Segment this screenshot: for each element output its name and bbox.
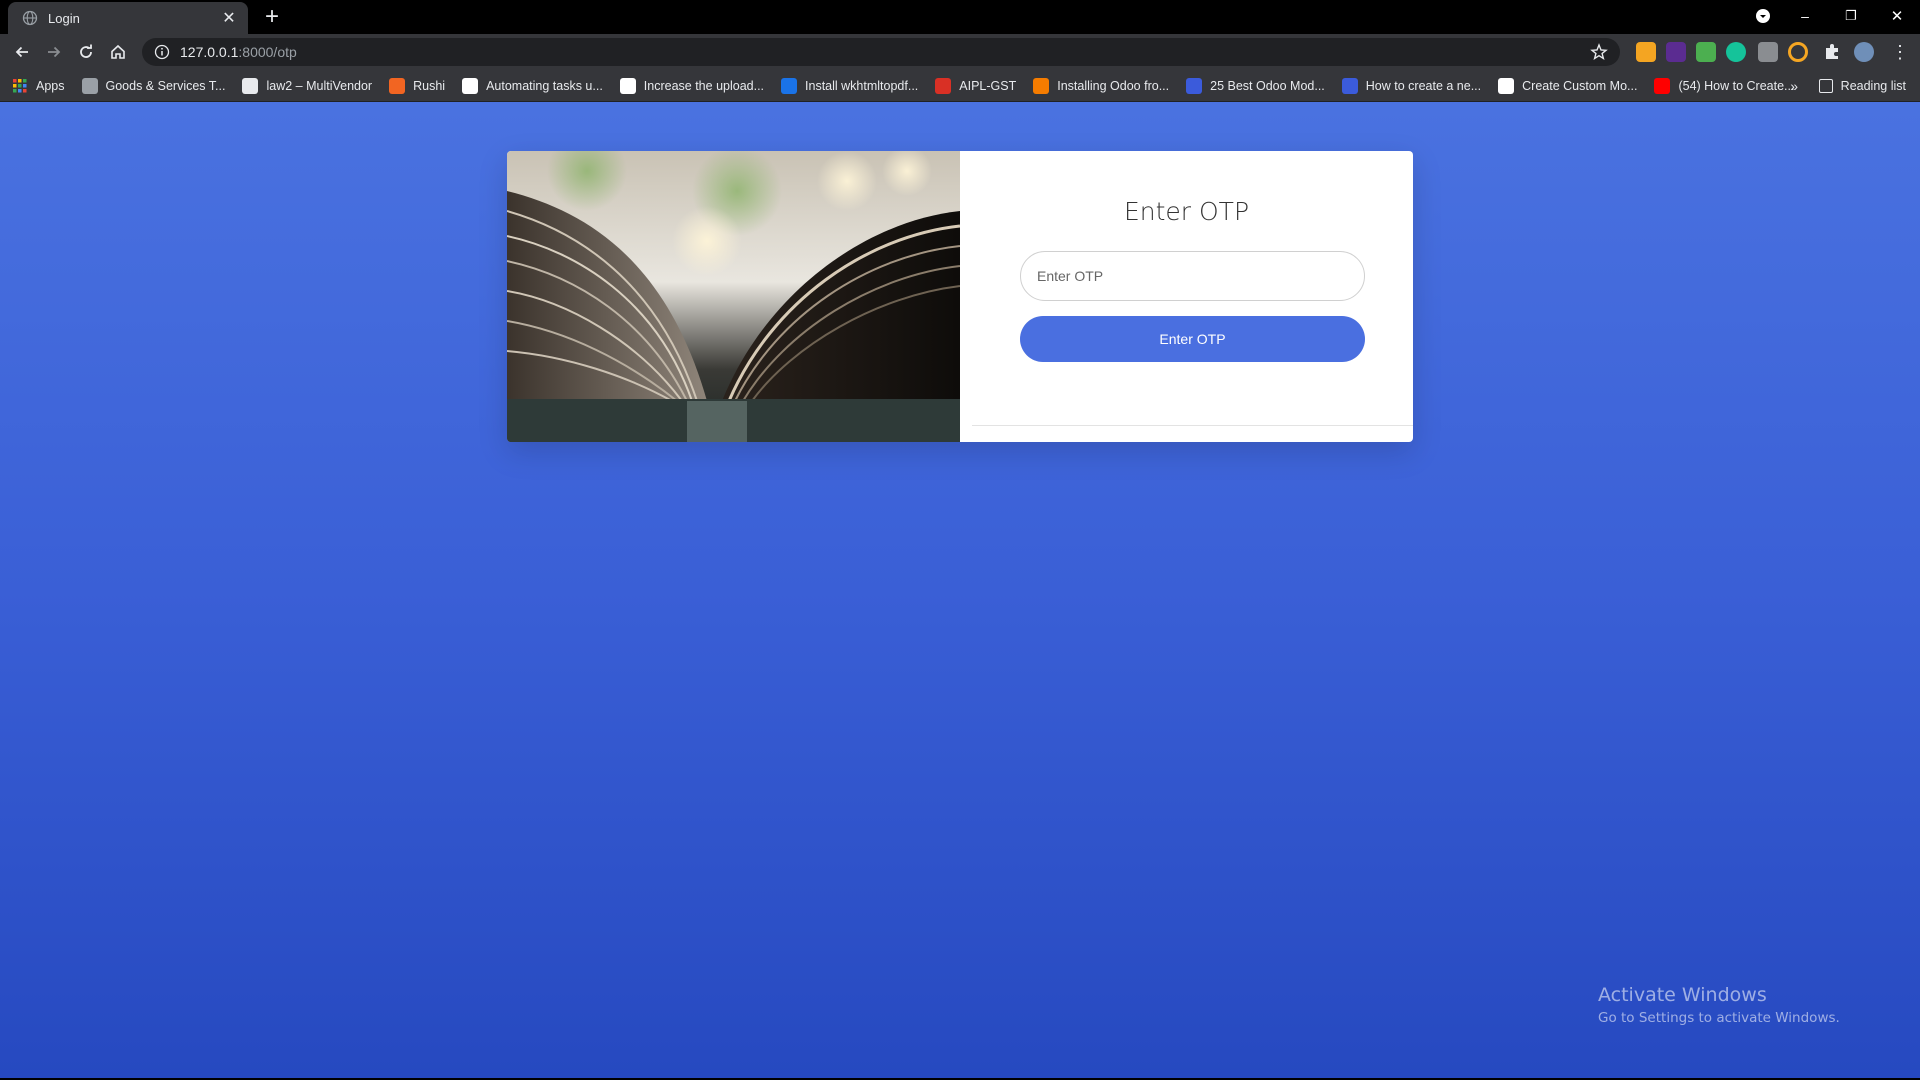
bookmark-item[interactable]: law2 – MultiVendor xyxy=(242,77,373,94)
bookmarks-bar: Apps Goods & Services T... law2 – MultiVen… xyxy=(0,70,1920,102)
page-background: Enter OTP Enter OTP Activate Windows Go … xyxy=(0,102,1920,1078)
aipl-icon xyxy=(935,77,952,94)
extension-sale-icon[interactable] xyxy=(1636,42,1656,62)
forward-arrow-icon xyxy=(48,46,61,58)
home-button[interactable] xyxy=(104,38,132,66)
watermark-subtitle: Go to Settings to activate Windows. xyxy=(1598,1010,1840,1026)
profile-menu-icon[interactable] xyxy=(1740,0,1786,32)
bookmark-star-icon[interactable] xyxy=(1590,43,1608,61)
extensions-puzzle-icon[interactable] xyxy=(1822,42,1842,62)
webkul-icon xyxy=(1341,77,1358,94)
medium-icon xyxy=(1498,77,1515,94)
restore-button[interactable]: ❐ xyxy=(1828,0,1874,32)
bookmark-item[interactable]: Create Custom Mo... xyxy=(1498,77,1638,94)
medium-icon xyxy=(619,77,636,94)
extension-g-icon[interactable] xyxy=(1788,42,1808,62)
extension-gray-icon[interactable] xyxy=(1758,42,1778,62)
grammarly-icon[interactable] xyxy=(1726,42,1746,62)
submit-otp-button[interactable]: Enter OTP xyxy=(1020,316,1365,362)
bookmark-label: Create Custom Mo... xyxy=(1522,78,1638,93)
address-bar[interactable]: 127.0.0.1 :8000/otp xyxy=(142,38,1620,66)
webkul-icon xyxy=(1186,77,1203,94)
bookmark-label: Installing Odoo fro... xyxy=(1057,78,1170,93)
bookmark-item[interactable]: Installing Odoo fro... xyxy=(1033,77,1170,94)
tab-close-icon[interactable]: ✕ xyxy=(220,8,238,28)
bookmark-item[interactable]: Automating tasks u... xyxy=(462,77,603,94)
url-path: :8000/otp xyxy=(238,44,297,60)
wordpress-icon xyxy=(242,77,259,94)
open-book-image xyxy=(507,151,961,442)
minimize-button[interactable]: – xyxy=(1782,0,1828,32)
reload-icon xyxy=(80,44,92,58)
chrome-menu-icon[interactable]: ⋮ xyxy=(1890,42,1910,62)
reload-button[interactable] xyxy=(72,38,100,66)
bookmark-label: How to create a ne... xyxy=(1365,78,1482,93)
rushi-icon xyxy=(389,77,406,94)
form-divider xyxy=(972,425,1413,426)
new-tab-button[interactable]: + xyxy=(258,4,286,32)
bookmark-item[interactable]: Goods & Services T... xyxy=(81,77,226,94)
gst-icon xyxy=(81,77,98,94)
close-window-button[interactable]: ✕ xyxy=(1874,0,1920,32)
otp-form: Enter OTP Enter OTP xyxy=(960,151,1413,442)
profile-avatar[interactable] xyxy=(1854,42,1874,62)
extension-badge-icon[interactable] xyxy=(1666,42,1686,62)
back-button[interactable] xyxy=(8,38,36,66)
bookmark-item[interactable]: Install wkhtmltopdf... xyxy=(781,77,919,94)
watermark-title: Activate Windows xyxy=(1598,984,1767,1006)
bookmark-label: (54) How to Create... xyxy=(1678,78,1795,93)
bookmark-label: Goods & Services T... xyxy=(105,78,226,93)
home-icon xyxy=(111,44,125,59)
tab-title: Login xyxy=(48,10,80,26)
otp-card: Enter OTP Enter OTP xyxy=(507,151,1413,442)
reading-list-icon xyxy=(1818,79,1833,93)
bookmark-label: Apps xyxy=(36,78,65,93)
apps-grid-icon xyxy=(12,78,28,94)
bookmark-item[interactable]: Apps xyxy=(12,78,65,94)
bookmark-label: AIPL-GST xyxy=(959,78,1017,93)
bookmark-label: 25 Best Odoo Mod... xyxy=(1210,78,1325,93)
extension-green-icon[interactable] xyxy=(1696,42,1716,62)
youtube-icon xyxy=(1654,77,1671,94)
browser-toolbar: 127.0.0.1 :8000/otp ⋮ xyxy=(0,34,1920,70)
tab-login[interactable]: Login ✕ xyxy=(8,2,248,34)
reading-list-label: Reading list xyxy=(1840,79,1906,93)
windows-activation-watermark: Activate Windows Go to Settings to activ… xyxy=(1598,984,1840,1026)
chevron-icon xyxy=(1033,77,1050,94)
bookmark-item[interactable]: Rushi xyxy=(389,77,446,94)
bookmark-item[interactable]: AIPL-GST xyxy=(935,77,1017,94)
bookmark-label: Install wkhtmltopdf... xyxy=(805,78,919,93)
bookmark-label: Increase the upload... xyxy=(643,78,765,93)
bookmark-label: Rushi xyxy=(413,78,446,93)
back-arrow-icon xyxy=(15,46,28,58)
bookmarks-overflow-button[interactable]: » xyxy=(1790,78,1798,94)
medium-icon xyxy=(462,77,479,94)
site-icon xyxy=(781,77,798,94)
bookmark-label: law2 – MultiVendor xyxy=(266,78,373,93)
reading-list-button[interactable]: Reading list xyxy=(1818,70,1906,102)
forward-button[interactable] xyxy=(40,38,68,66)
bookmark-item[interactable]: Increase the upload... xyxy=(619,77,765,94)
globe-icon xyxy=(22,10,38,26)
page-title: Enter OTP xyxy=(1123,197,1250,226)
tab-strip: Login ✕ + – ❐ ✕ xyxy=(0,0,1920,34)
url-host: 127.0.0.1 xyxy=(180,44,239,60)
otp-input[interactable] xyxy=(1020,251,1365,301)
bookmark-item[interactable]: How to create a ne... xyxy=(1341,77,1482,94)
site-info-icon[interactable] xyxy=(154,44,170,60)
bookmark-label: Automating tasks u... xyxy=(486,78,603,93)
bookmark-item[interactable]: 25 Best Odoo Mod... xyxy=(1186,77,1325,94)
bookmark-item[interactable]: (54) How to Create... xyxy=(1654,77,1795,94)
